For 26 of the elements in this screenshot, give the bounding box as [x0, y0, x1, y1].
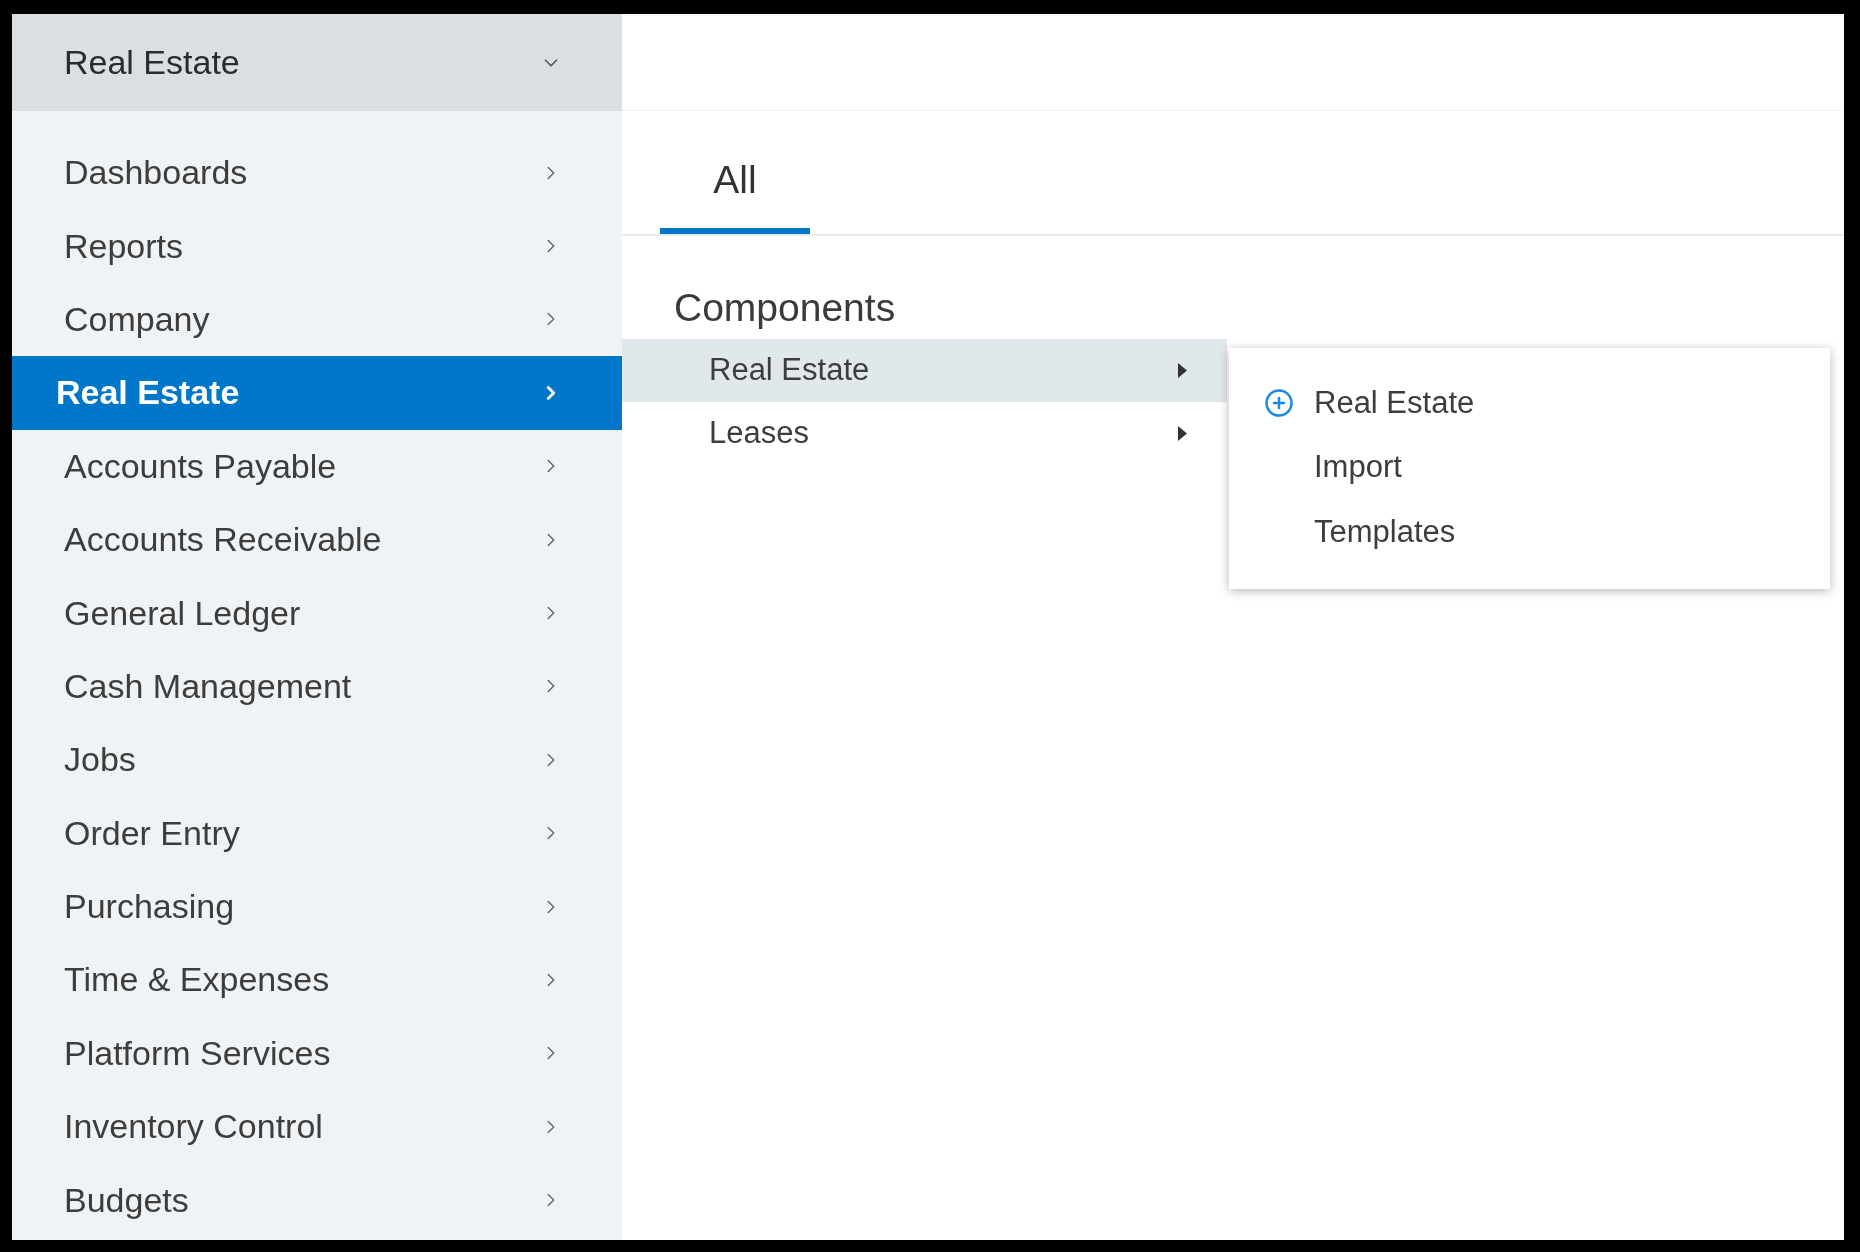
module-selector[interactable]: Real Estate: [12, 14, 622, 111]
sidebar-item[interactable]: Real Estate: [12, 356, 622, 430]
flyout-menu-item[interactable]: Templates: [1229, 499, 1830, 564]
sidebar-item[interactable]: Accounts Payable: [12, 429, 622, 503]
sidebar-item[interactable]: Dashboards: [12, 136, 622, 210]
sidebar-item[interactable]: Jobs: [12, 723, 622, 797]
section-heading: Components: [673, 284, 897, 331]
sidebar-item[interactable]: Accounts Receivable: [12, 502, 622, 577]
sidebar-item[interactable]: Purchasing: [12, 869, 622, 944]
caret-right-icon: [1178, 425, 1187, 441]
tab[interactable]: All: [660, 111, 810, 234]
component-item[interactable]: Real Estate: [622, 338, 1227, 402]
sidebar-item[interactable]: Company: [12, 282, 622, 357]
sidebar-item[interactable]: Time & Expenses: [12, 943, 622, 1017]
component-item[interactable]: Leases: [622, 401, 1227, 465]
caret-right-icon: [1178, 362, 1187, 378]
flyout-menu-item[interactable]: Import: [1229, 435, 1830, 500]
sidebar-item[interactable]: Platform Services: [12, 1016, 622, 1091]
sidebar-item[interactable]: Reports: [12, 209, 622, 283]
sidebar-item[interactable]: Inventory Control: [12, 1090, 622, 1164]
sidebar-item[interactable]: Budgets: [12, 1163, 622, 1237]
sidebar-item[interactable]: General Ledger: [12, 576, 622, 650]
plus-circle-icon: [1264, 387, 1294, 418]
sidebar-item[interactable]: Cash Management: [12, 649, 622, 724]
flyout-menu-item[interactable]: Real Estate: [1229, 370, 1830, 435]
sidebar-item[interactable]: Order Entry: [12, 796, 622, 870]
